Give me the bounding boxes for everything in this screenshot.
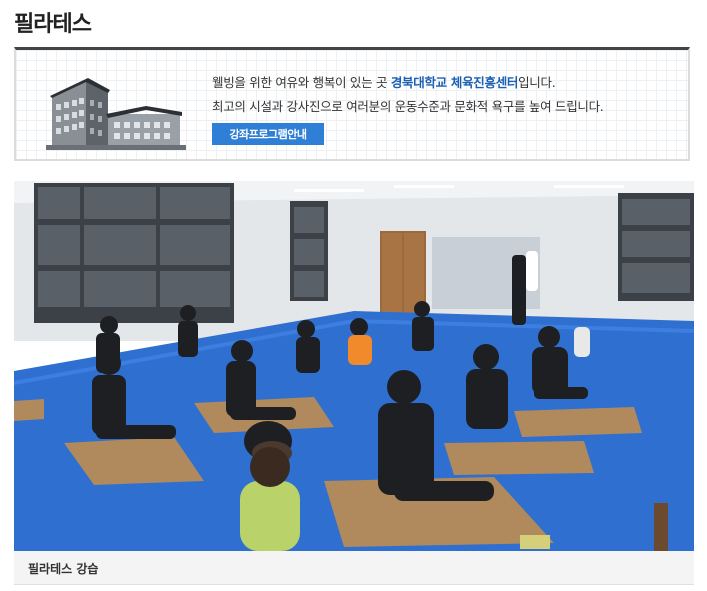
intro-line1-prefix: 웰빙을 위한 여유와 행복이 있는 곳 bbox=[212, 75, 391, 90]
program-guide-button[interactable]: 강좌프로그램안내 bbox=[212, 123, 324, 145]
intro-box: 웰빙을 위한 여유와 행복이 있는 곳 경북대학교 체육진흥센터입니다. 최고의… bbox=[14, 47, 690, 161]
intro-text-line1: 웰빙을 위한 여유와 행복이 있는 곳 경북대학교 체육진흥센터입니다. bbox=[212, 72, 556, 91]
building-illustration bbox=[46, 78, 186, 150]
page-title: 필라테스 bbox=[14, 12, 92, 37]
intro-line1-suffix: 입니다. bbox=[518, 75, 556, 90]
intro-text-line2: 최고의 시설과 강사진으로 여러분의 운동수준과 문화적 욕구를 높여 드립니다… bbox=[212, 99, 604, 114]
photo-caption-bar: 필라테스 강습 bbox=[14, 551, 694, 585]
pilates-class-photo bbox=[14, 181, 694, 551]
center-name: 경북대학교 체육진흥센터 bbox=[390, 75, 519, 90]
photo-caption: 필라테스 강습 bbox=[28, 562, 99, 576]
